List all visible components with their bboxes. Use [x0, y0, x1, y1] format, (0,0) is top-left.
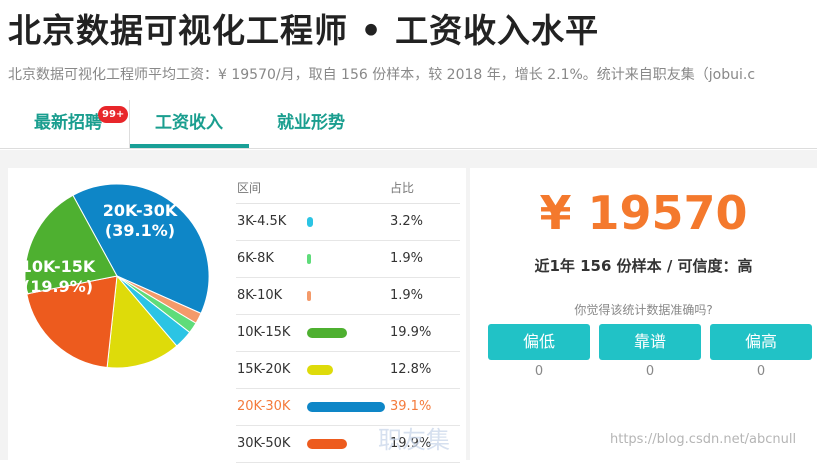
header-percentage: 占比 [390, 181, 415, 195]
row-bar [307, 439, 347, 449]
row-bar [307, 402, 385, 412]
table-header: 区间 占比 [236, 178, 460, 204]
row-bar [307, 328, 347, 338]
average-salary: ¥ 19570 [539, 186, 748, 240]
row-percentage: 12.8% [390, 362, 432, 377]
page-subtitle: 北京数据可视化工程师平均工资：¥ 19570/月，取自 156 份样本，较 20… [8, 67, 756, 83]
table-row: 10K-15K 19.9% [236, 315, 460, 352]
tab-salary[interactable]: 工资收入 [129, 100, 249, 148]
row-range: 10K-15K [237, 325, 291, 340]
row-bar [307, 365, 333, 375]
pie-label: (39.1%) [105, 221, 175, 240]
vote-low-button[interactable]: 偏低 [488, 324, 590, 360]
salary-pie-chart: 20K-30K(39.1%) 10K-15K(19.9%) [21, 183, 210, 369]
row-percentage: 1.9% [390, 288, 424, 303]
vote-accurate-count: 0 [645, 364, 655, 379]
pie-label: 10K-15K [21, 257, 96, 276]
vote-low-count: 0 [534, 364, 544, 379]
table-row: 8K-10K 1.9% [236, 278, 460, 315]
header-range: 区间 [237, 181, 262, 195]
page-title: 北京数据可视化工程师 • 工资收入水平 [8, 11, 600, 50]
table-row: 15K-20K 12.8% [236, 352, 460, 389]
row-range: 8K-10K [237, 288, 283, 303]
row-range: 15K-20K [237, 362, 291, 377]
row-percentage: 3.2% [390, 214, 424, 229]
row-range: 30K-50K [237, 436, 291, 451]
table-row: 6K-8K 1.9% [236, 241, 460, 278]
row-range: 20K-30K [237, 399, 291, 414]
tab-employment[interactable]: 就业形势 [256, 100, 366, 146]
row-range: 3K-4.5K [237, 214, 287, 229]
new-jobs-badge: 99+ [98, 106, 129, 123]
vote-high-count: 0 [756, 364, 766, 379]
accuracy-question: 你觉得该统计数据准确吗? [574, 303, 713, 317]
row-percentage: 1.9% [390, 251, 424, 266]
table-row: 3K-4.5K 3.2% [236, 204, 460, 241]
row-bar [307, 254, 311, 264]
row-bar [307, 217, 314, 227]
row-percentage: 19.9% [390, 325, 432, 340]
sample-info: 近1年 156 份样本 / 可信度：高 [534, 257, 753, 275]
vote-accurate-button[interactable]: 靠谱 [599, 324, 701, 360]
row-range: 6K-8K [237, 251, 274, 266]
csdn-watermark: https://blog.csdn.net/abcnull [610, 432, 797, 447]
site-watermark: 职友集 [378, 426, 450, 454]
vote-high-button[interactable]: 偏高 [710, 324, 812, 360]
pie-label: 20K-30K [103, 201, 178, 220]
row-bar [307, 291, 311, 301]
pie-label: (19.9%) [23, 277, 93, 296]
